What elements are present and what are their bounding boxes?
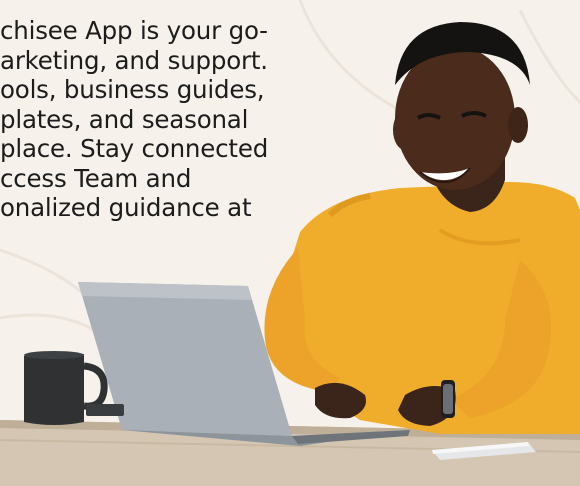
notebook — [86, 404, 124, 416]
promo-section: chisee App is your go- arketing, and sup… — [0, 0, 580, 486]
person — [264, 22, 580, 434]
hero-photo — [0, 22, 580, 486]
